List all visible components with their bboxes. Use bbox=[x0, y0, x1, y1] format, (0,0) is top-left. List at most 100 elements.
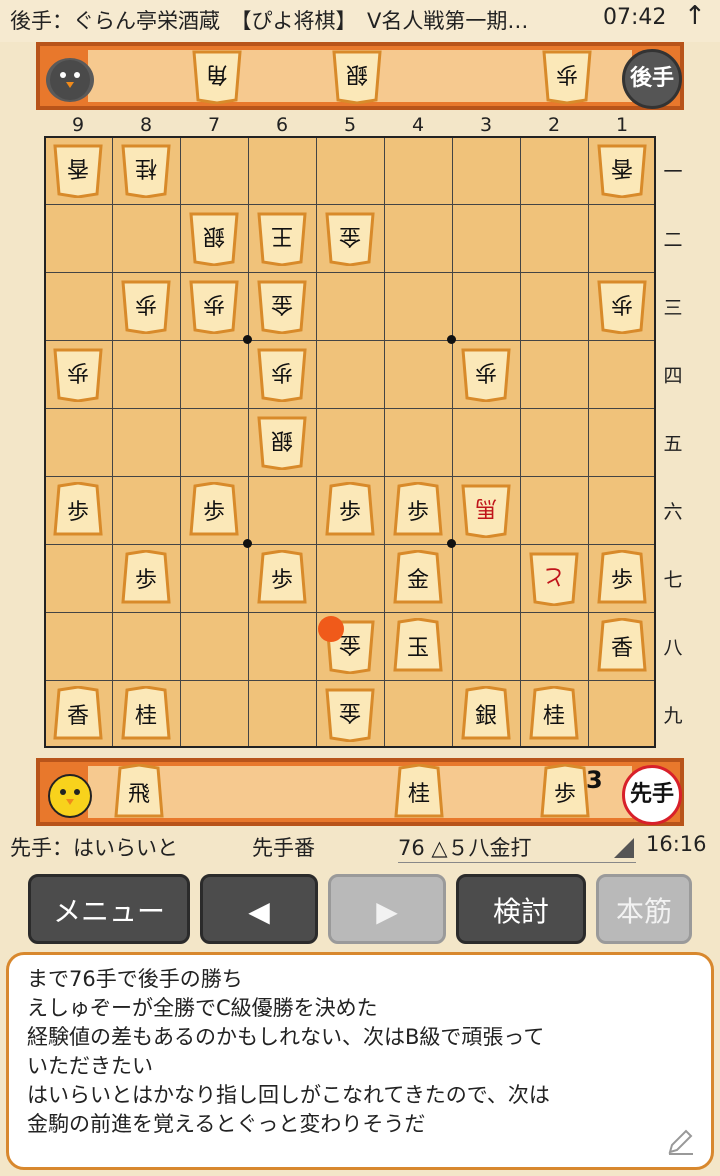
board-grid-line bbox=[452, 138, 453, 746]
shogi-piece[interactable]: 歩 bbox=[187, 482, 241, 538]
piece-label: 歩 bbox=[611, 291, 634, 316]
rank-label: 七 bbox=[663, 569, 683, 591]
move-dropdown-icon[interactable] bbox=[614, 838, 634, 858]
board-star-point bbox=[243, 539, 252, 548]
up-arrow-icon[interactable]: ↑ bbox=[684, 1, 706, 31]
shogi-piece[interactable]: 金 bbox=[255, 278, 309, 334]
title-bar: 後手：ぐらん亭栄酒蔵 【ぴよ将棋】 V名人戦第一期… 07:42 ↑ bbox=[0, 0, 720, 42]
board-star-point bbox=[447, 335, 456, 344]
board-grid-line bbox=[46, 680, 654, 681]
shogi-piece[interactable]: 香 bbox=[595, 142, 649, 198]
piece-label: 歩 bbox=[134, 568, 157, 593]
piece-label: 歩 bbox=[203, 291, 226, 316]
shogi-piece[interactable]: 歩 bbox=[51, 346, 105, 402]
shogi-piece[interactable]: 飛 bbox=[112, 764, 166, 820]
piece-label: 飛 bbox=[127, 782, 150, 807]
piece-label: 香 bbox=[67, 155, 90, 180]
board-grid-line bbox=[46, 544, 654, 545]
shogi-piece[interactable]: 馬 bbox=[459, 482, 513, 538]
shogi-piece[interactable]: 歩 bbox=[595, 550, 649, 606]
shogi-piece[interactable]: 歩 bbox=[255, 550, 309, 606]
board-grid-line bbox=[46, 340, 654, 341]
rank-label: 八 bbox=[663, 637, 683, 659]
shogi-piece[interactable]: 歩 bbox=[540, 48, 594, 104]
shogi-piece[interactable]: 桂 bbox=[119, 142, 173, 198]
piece-label: 歩 bbox=[271, 359, 294, 384]
prev-move-button[interactable]: ◀ bbox=[200, 874, 318, 944]
shogi-piece[interactable]: 金 bbox=[391, 550, 445, 606]
clock: 07:42 bbox=[603, 5, 667, 30]
elapsed-time: 16:16 bbox=[646, 832, 707, 856]
shogi-piece[interactable]: 銀 bbox=[255, 414, 309, 470]
shogi-piece[interactable]: 歩 bbox=[595, 278, 649, 334]
shogi-piece[interactable]: 香 bbox=[51, 686, 105, 742]
shogi-piece[interactable]: 歩 bbox=[391, 482, 445, 538]
piece-label: 桂 bbox=[134, 704, 157, 729]
piece-label: 金 bbox=[406, 568, 429, 593]
game-title: 後手：ぐらん亭栄酒蔵 【ぴよ将棋】 V名人戦第一期… bbox=[10, 9, 529, 33]
piece-label: 歩 bbox=[338, 500, 361, 525]
piece-label: 歩 bbox=[556, 61, 579, 86]
comment-line: えしゅぞーが全勝でC級優勝を決めた bbox=[27, 996, 378, 1020]
board-grid-line bbox=[588, 138, 589, 746]
shogi-piece[interactable]: 桂 bbox=[392, 764, 446, 820]
shogi-piece[interactable]: 歩 bbox=[187, 278, 241, 334]
shogi-piece[interactable]: と bbox=[527, 550, 581, 606]
shogi-piece[interactable]: 歩 bbox=[51, 482, 105, 538]
piece-label: と bbox=[543, 563, 566, 588]
piece-label: 歩 bbox=[553, 782, 576, 807]
shogi-piece[interactable]: 王 bbox=[255, 210, 309, 266]
piece-label: 王 bbox=[271, 223, 294, 248]
piece-label: 銀 bbox=[346, 61, 369, 86]
board-grid-line bbox=[112, 138, 113, 746]
piece-label: 角 bbox=[206, 61, 229, 86]
shogi-piece[interactable]: 歩 bbox=[323, 482, 377, 538]
board-star-point bbox=[243, 335, 252, 344]
shogi-piece[interactable]: 玉 bbox=[391, 618, 445, 674]
shogi-piece[interactable]: 桂 bbox=[527, 686, 581, 742]
shogi-piece[interactable]: 歩 bbox=[255, 346, 309, 402]
shogi-piece[interactable]: 歩 bbox=[119, 550, 173, 606]
shogi-piece[interactable]: 歩 bbox=[459, 346, 513, 402]
piece-label: 金 bbox=[339, 223, 362, 248]
sente-player-name: 先手：はいらいと bbox=[10, 836, 178, 860]
comment-box: まで76手で後手の勝ち えしゅぞーが全勝でC級優勝を決めた 経験値の差もあるのかもし… bbox=[6, 952, 714, 1170]
shogi-piece[interactable]: 桂 bbox=[119, 686, 173, 742]
menu-button[interactable]: メニュー bbox=[28, 874, 190, 944]
comment-line: いただきたい bbox=[27, 1054, 153, 1078]
last-move-marker bbox=[318, 616, 344, 642]
piece-label: 馬 bbox=[475, 495, 498, 520]
board-grid-line bbox=[248, 138, 249, 746]
file-label: 5 bbox=[343, 114, 357, 136]
piece-label: 香 bbox=[66, 704, 89, 729]
shogi-piece[interactable]: 歩 bbox=[538, 764, 592, 820]
shogi-piece[interactable]: 銀 bbox=[459, 686, 513, 742]
board-grid-line bbox=[46, 408, 654, 409]
sente-chick-icon bbox=[46, 774, 94, 818]
piece-label: 歩 bbox=[67, 359, 90, 384]
piece-label: 銀 bbox=[474, 704, 497, 729]
analyze-button[interactable]: 検討 bbox=[456, 874, 586, 944]
shogi-piece[interactable]: 金 bbox=[323, 686, 377, 742]
main-line-button[interactable]: 本筋 bbox=[596, 874, 692, 944]
board-grid-line bbox=[46, 204, 654, 205]
move-selector[interactable]: 76 △５八金打 bbox=[398, 832, 636, 863]
comment-line: 経験値の差もあるのかもしれない、次はB級で頑張って bbox=[27, 1025, 545, 1049]
board-grid-line bbox=[46, 612, 654, 613]
shogi-piece[interactable]: 香 bbox=[51, 142, 105, 198]
board-grid-line bbox=[316, 138, 317, 746]
piece-label: 歩 bbox=[475, 359, 498, 384]
pencil-icon[interactable] bbox=[666, 1126, 696, 1160]
shogi-piece[interactable]: 香 bbox=[595, 618, 649, 674]
sente-badge: 先手 bbox=[622, 765, 682, 825]
shogi-piece[interactable]: 銀 bbox=[330, 48, 384, 104]
shogi-piece[interactable]: 角 bbox=[190, 48, 244, 104]
shogi-piece[interactable]: 金 bbox=[323, 210, 377, 266]
piece-label: 桂 bbox=[135, 155, 158, 180]
shogi-piece[interactable]: 銀 bbox=[187, 210, 241, 266]
piece-label: 玉 bbox=[406, 636, 429, 661]
board-star-point bbox=[447, 539, 456, 548]
shogi-piece[interactable]: 歩 bbox=[119, 278, 173, 334]
file-label: 1 bbox=[615, 114, 629, 136]
next-move-button[interactable]: ▶ bbox=[328, 874, 446, 944]
